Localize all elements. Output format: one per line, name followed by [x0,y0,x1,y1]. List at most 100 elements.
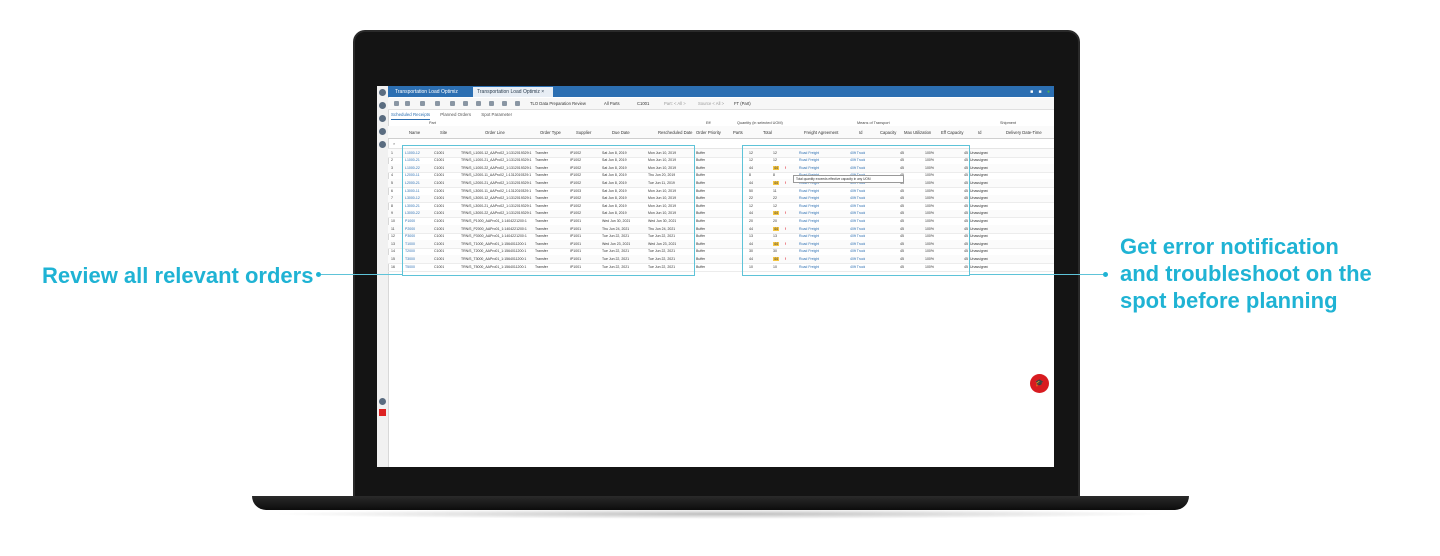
row-number: 12 [391,234,395,239]
order-priority: Buffer [696,165,706,170]
tlo-review-button[interactable]: TLO Data Preparation Review [530,100,586,107]
col-order-type[interactable]: Order Type [540,130,561,135]
group-shipment: Shipment [1000,121,1017,125]
part-filter[interactable]: Part: < All > [664,100,686,107]
col-order-line[interactable]: Order Line [485,130,505,135]
tab-planned-orders[interactable]: Planned Orders [440,110,471,119]
shipment-status: Unassigned [970,264,989,269]
shipment-status: Unassigned [970,234,989,239]
col-shipment-id[interactable]: Id [978,130,982,135]
group-quantity: Quantity (in selected UOM) [737,121,783,125]
split-icon[interactable] [420,101,425,106]
row-number: 9 [391,211,393,216]
col-rescheduled-date[interactable]: Rescheduled Date [658,130,692,135]
column-headers: Name Site Order Line Order Type Supplier… [388,126,1054,139]
callout-left-line [321,274,402,275]
shipment-status: Unassigned [970,226,989,231]
more-icon[interactable] [515,101,520,106]
shipment-status: Unassigned [970,173,989,178]
col-freight-agreement[interactable]: Freight Agreement [804,130,838,135]
tab-scheduled-receipts[interactable]: Scheduled Receipts [391,110,431,120]
row-number: 2 [391,158,393,163]
chat-icon[interactable] [379,141,386,148]
shipment-status: Unassigned [970,211,989,216]
row-number: 13 [391,241,395,246]
group-part: Part [429,121,436,125]
row-number: 6 [391,188,393,193]
row-number: 11 [391,226,395,231]
all-parts-button[interactable]: All Parts [604,100,620,107]
col-eff-capacity[interactable]: Eff Capacity [941,130,964,135]
col-due-date[interactable]: Due Date [612,130,630,135]
row-number: 4 [391,173,393,178]
shipment-status: Unassigned [970,256,989,261]
document-icon[interactable] [379,102,386,109]
home-icon[interactable] [379,89,386,96]
callout-right-line-2: and troubleshoot on the [1120,261,1372,286]
tab-2[interactable]: Transportation Load Optimiz × [473,87,553,97]
calendar-icon[interactable] [502,101,507,106]
sub-tabs: Scheduled Receipts Planned Orders Spot P… [391,110,521,120]
error-highlight-box [742,145,970,276]
source-filter[interactable]: Source < All > [698,100,724,107]
grid-icon[interactable]: ■ [1039,89,1042,95]
callout-right-text: Get error notification and troubleshoot … [1120,233,1372,314]
col-site[interactable]: Site [440,130,447,135]
col-delivery-date-time[interactable]: Delivery Date-Time [1006,130,1042,135]
search-icon[interactable]: ⌕ [393,141,395,146]
order-priority: Buffer [696,188,706,193]
settings-icon[interactable] [489,101,494,106]
import-icon[interactable] [476,101,481,106]
ft-filter[interactable]: FT (Part) [734,100,751,107]
tab-1[interactable]: Transportation Load Optimiz [391,87,471,97]
order-priority: Buffer [696,211,706,216]
app-screen: Transportation Load Optimiz Transportati… [377,86,1054,467]
help-icon[interactable] [379,398,386,405]
col-max-utilization[interactable]: Max Utilization [904,130,931,135]
scenario-selector[interactable]: C1001 [637,100,649,107]
order-priority: Buffer [696,180,706,185]
row-number: 5 [391,180,393,185]
order-priority: Buffer [696,203,706,208]
user-icon[interactable]: ■ [1030,89,1033,95]
order-priority: Buffer [696,226,706,231]
shipment-status: Unassigned [970,180,989,185]
brand-logo-icon [379,409,386,416]
shipment-status: Unassigned [970,188,989,193]
delete-icon[interactable] [450,101,455,106]
order-priority: Buffer [696,218,706,223]
export-icon[interactable] [463,101,468,106]
close-icon[interactable]: × [541,89,544,95]
help-fab-button[interactable]: 🎓 [1030,374,1049,393]
group-means: Means of Transport [857,121,890,125]
order-priority: Buffer [696,249,706,254]
refresh-icon[interactable] [405,101,410,106]
col-name[interactable]: Name [409,130,420,135]
row-number: 1 [391,150,393,155]
route-icon[interactable] [435,101,440,106]
order-priority: Buffer [696,196,706,201]
col-supplier[interactable]: Supplier [576,130,591,135]
col-order-priority[interactable]: Order Priority [696,130,721,135]
shipment-status: Unassigned [970,150,989,155]
group-eff: Eff [706,121,711,125]
clipboard-icon[interactable] [379,115,386,122]
save-icon[interactable] [394,101,399,106]
callout-right-line-1: Get error notification [1120,234,1339,259]
col-total[interactable]: Total [763,130,772,135]
shipment-status: Unassigned [970,165,989,170]
col-capacity[interactable]: Capacity [880,130,896,135]
order-priority: Buffer [696,241,706,246]
tab-spot-parameter[interactable]: Spot Parameter [481,110,512,119]
col-parts[interactable]: Parts [733,130,743,135]
orders-highlight-box [402,145,695,276]
row-number: 14 [391,249,395,254]
status-icon[interactable]: ● [1047,89,1050,95]
laptop-base [252,496,1189,510]
order-priority: Buffer [696,234,706,239]
order-priority: Buffer [696,150,706,155]
gear-icon[interactable] [379,128,386,135]
row-number: 16 [391,264,395,269]
callout-right-line [970,274,1103,275]
col-mot-id[interactable]: Id [859,130,863,135]
